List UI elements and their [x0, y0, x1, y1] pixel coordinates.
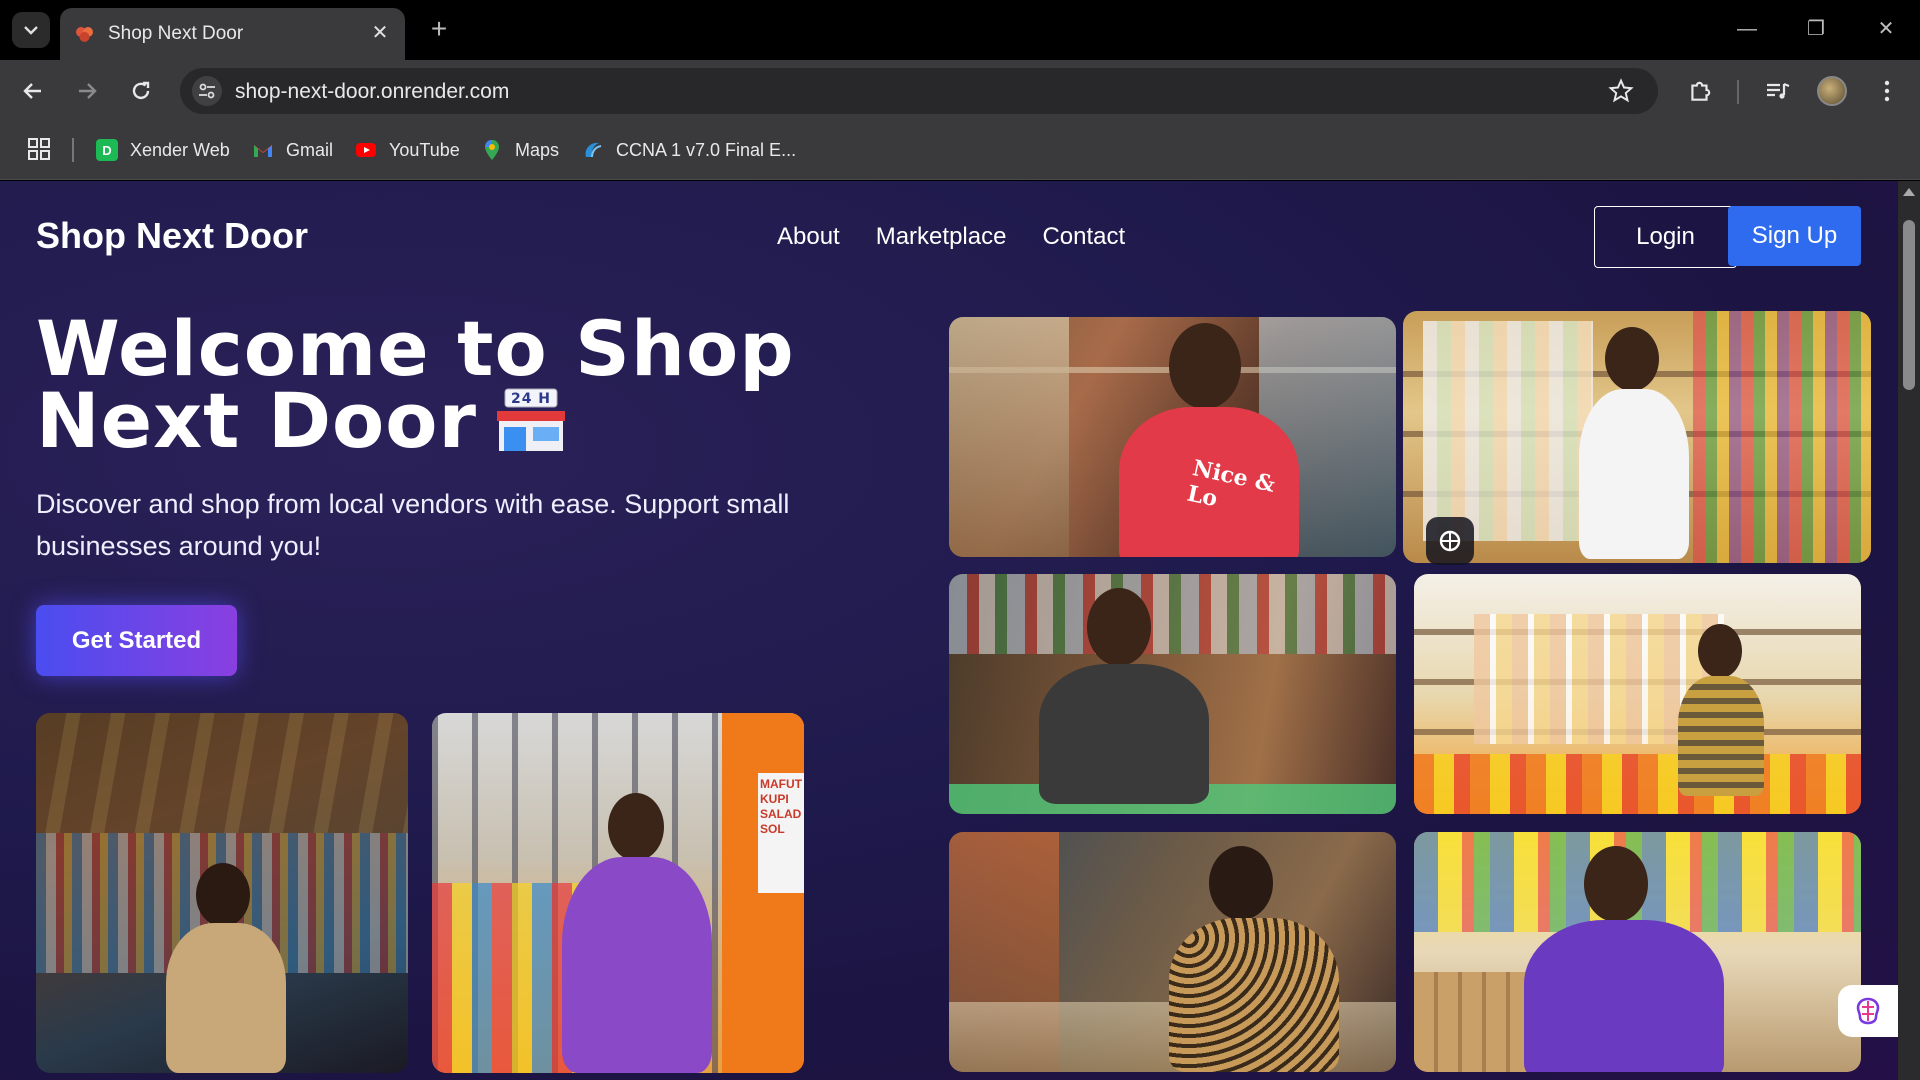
profile-avatar[interactable] [1817, 76, 1847, 106]
tab-search-button[interactable] [12, 12, 50, 48]
get-started-button[interactable]: Get Started [36, 605, 237, 676]
browser-toolbar: shop-next-door.onrender.com [0, 60, 1920, 120]
back-icon[interactable] [16, 74, 50, 108]
main-nav: About Marketplace Contact [777, 223, 1125, 251]
close-tab-icon[interactable]: ✕ [369, 22, 391, 44]
address-bar[interactable]: shop-next-door.onrender.com [180, 68, 1658, 114]
ccna-icon [585, 142, 602, 158]
bookmark-label: Gmail [286, 139, 334, 160]
bookmark-label: Xender Web [130, 139, 230, 160]
page-viewport: Shop Next Door About Marketplace Contact… [0, 181, 1898, 1080]
hero-title-line1: Welcome to Shop [36, 304, 795, 393]
forward-icon[interactable] [70, 74, 104, 108]
chevron-down-icon [24, 26, 38, 35]
tab-title: Shop Next Door [108, 23, 244, 44]
bookmark-label: YouTube [389, 139, 460, 160]
close-window-icon[interactable]: ✕ [1871, 14, 1901, 44]
vendor-waving-photo: Nice & Lo [949, 317, 1396, 557]
bookmark-label: CCNA 1 v7.0 Final E... [616, 139, 797, 160]
vendor-person [1029, 584, 1229, 814]
kiosk-sign: MAFUT KUPI SALAD SOL [758, 773, 804, 893]
vendor-person: Nice & Lo [1089, 317, 1309, 557]
hero-title-line2: Next Door [36, 376, 477, 465]
bookmarks-bar: D Xender Web Gmail YouTube Maps CCNA 1 v… [0, 120, 1920, 180]
market-stall-night-photo [36, 713, 408, 1073]
hero-title-line2-wrap: Next Door 24 H [36, 383, 796, 459]
bookmarks-divider [72, 138, 74, 162]
restore-icon[interactable]: ❐ [1801, 14, 1831, 44]
bookmark-star-icon[interactable] [1608, 78, 1634, 109]
site-info-icon[interactable] [192, 76, 222, 106]
bookmark-gmail[interactable]: Gmail [252, 137, 333, 163]
new-tab-button[interactable]: + [425, 15, 453, 44]
signup-button[interactable]: Sign Up [1728, 206, 1861, 266]
xender-icon: D [96, 139, 118, 161]
toolbar-divider [1737, 80, 1739, 104]
vendor-purple-coat-photo [1414, 832, 1861, 1072]
browser-tab-strip: Shop Next Door ✕ + — ❐ ✕ [0, 0, 1920, 60]
url-text: shop-next-door.onrender.com [235, 80, 510, 103]
youtube-icon [356, 143, 376, 157]
nav-contact[interactable]: Contact [1042, 223, 1125, 251]
menu-dots-icon[interactable] [1872, 76, 1902, 106]
login-button[interactable]: Login [1594, 206, 1737, 268]
vendor-person [1149, 842, 1349, 1072]
extensions-icon[interactable] [1685, 76, 1715, 106]
active-tab[interactable]: Shop Next Door ✕ [60, 8, 405, 60]
minimize-icon[interactable]: — [1732, 14, 1762, 44]
site-brand[interactable]: Shop Next Door [36, 215, 308, 257]
kiosk-purple-coat-photo: MAFUT KUPI SALAD SOL [432, 713, 804, 1073]
hero-subtitle: Discover and shop from local vendors wit… [36, 489, 790, 561]
hero-title: Welcome to Shop Next Door 24 H [36, 304, 796, 459]
gmail-icon [254, 145, 272, 157]
convenience-store-icon: 24 H [495, 387, 567, 453]
nav-about[interactable]: About [777, 223, 840, 251]
assistant-widget-icon[interactable] [1838, 985, 1898, 1037]
vendor-person [552, 793, 722, 1073]
scroll-up-icon[interactable] [1903, 188, 1915, 196]
bookmark-xender[interactable]: D Xender Web [96, 137, 230, 163]
vendor-person [1563, 321, 1703, 563]
vendor-person [1664, 604, 1774, 796]
bookmark-youtube[interactable]: YouTube [355, 137, 460, 163]
scrollbar-thumb[interactable] [1903, 220, 1915, 390]
google-lens-icon[interactable] [1426, 517, 1474, 565]
vendor-counter-photo [949, 574, 1396, 814]
vendor-person [156, 863, 296, 1073]
bookmark-label: Maps [515, 139, 560, 160]
nav-marketplace[interactable]: Marketplace [876, 223, 1007, 251]
bookmark-maps[interactable]: Maps [481, 137, 559, 163]
store-sign-text: 24 H [511, 391, 551, 407]
site-favicon-icon [76, 27, 93, 42]
vendor-phone-photo [949, 832, 1396, 1072]
vendor-yellow-shelves-photo [1414, 574, 1861, 814]
apps-grid-icon[interactable] [27, 137, 51, 166]
media-control-icon[interactable] [1763, 76, 1793, 106]
bookmark-ccna[interactable]: CCNA 1 v7.0 Final E... [582, 137, 796, 163]
maps-icon [485, 140, 499, 160]
reload-icon[interactable] [124, 74, 158, 108]
vendor-person [1514, 842, 1734, 1072]
